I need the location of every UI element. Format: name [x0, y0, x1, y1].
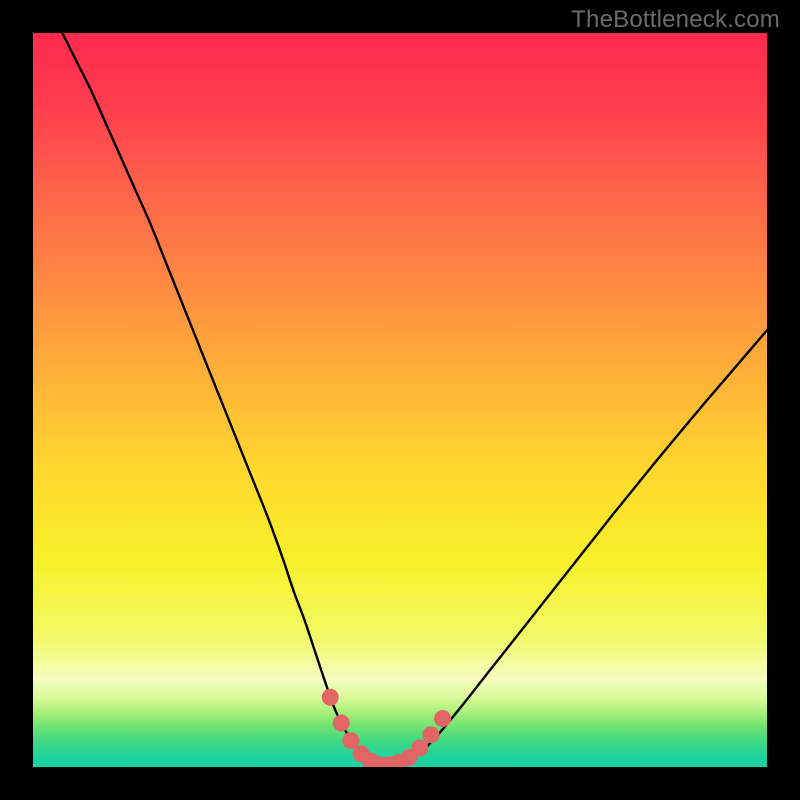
bottom-markers-group	[322, 689, 451, 767]
bottleneck-curve-line	[62, 33, 767, 765]
marker-dot	[333, 714, 350, 731]
marker-dot	[434, 710, 451, 727]
marker-dot	[411, 739, 428, 756]
plot-area	[33, 33, 767, 767]
chart-svg	[33, 33, 767, 767]
watermark-label: TheBottleneck.com	[571, 6, 780, 34]
chart-frame: TheBottleneck.com	[0, 0, 800, 800]
marker-dot	[422, 726, 439, 743]
marker-dot	[322, 689, 339, 706]
